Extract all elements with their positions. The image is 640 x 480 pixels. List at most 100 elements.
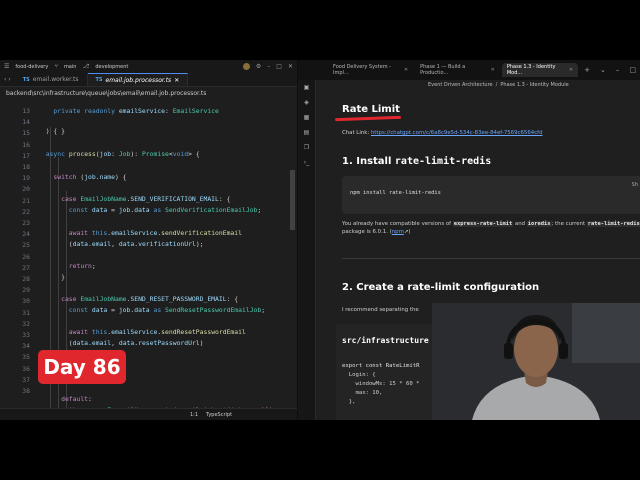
line-number: 17	[22, 151, 30, 160]
browser-tab-label: Food Delivery System - Impl...	[333, 64, 391, 76]
language-mode[interactable]: TypeScript	[206, 412, 232, 418]
close-tab-icon[interactable]: ✕	[174, 77, 179, 84]
line-number: 22	[22, 207, 30, 216]
day-badge: Day 86	[38, 350, 126, 384]
code-line-15: ) { }	[38, 127, 65, 135]
para-text: and	[514, 221, 526, 227]
minimize-icon[interactable]: –	[612, 66, 624, 74]
files-icon[interactable]: ▣	[304, 84, 310, 91]
canvas-icon[interactable]: ▦	[304, 114, 310, 121]
compat-paragraph: You already have compatible versions of …	[342, 220, 640, 236]
code-line-21: case EmailJobName.SEND_VERIFICATION_EMAI…	[61, 195, 231, 203]
note-heading: Rate Limit	[342, 104, 400, 115]
tab-email-job-processor[interactable]: TS email.job.processor.ts ✕	[87, 73, 189, 86]
browser-tab-strip: Food Delivery System - Impl... ✕ Phase 1…	[298, 60, 640, 80]
new-tab-icon[interactable]: +	[580, 66, 594, 74]
maximize-icon[interactable]: □	[276, 63, 282, 70]
line-number: 24	[22, 230, 30, 239]
line-number: 33	[22, 331, 30, 339]
close-tab-icon[interactable]: ✕	[569, 67, 573, 73]
config-code-line: Login: {	[342, 372, 376, 378]
close-tab-icon[interactable]: ✕	[491, 67, 495, 73]
calendar-icon[interactable]: ▤	[304, 129, 310, 136]
code-line-26: return;	[68, 262, 96, 270]
code-line-32: await this.emailService.sendResetPasswor…	[68, 328, 246, 336]
branch-icon: ⑂	[54, 63, 58, 70]
para-text: ; the current	[551, 221, 586, 227]
code-line-17: async process(job: Job): Promise<void> {	[45, 150, 200, 158]
line-number: 16	[22, 140, 30, 149]
line-number: 35	[22, 353, 30, 362]
config-file-path: src/infrastructure	[342, 336, 429, 345]
line-number: 28	[22, 275, 30, 283]
code-line-37: default:	[61, 395, 92, 403]
breadcrumb-separator: /	[495, 82, 498, 88]
branch-main[interactable]: main	[64, 64, 77, 70]
para-text: )	[408, 229, 411, 235]
browser-tab[interactable]: Food Delivery System - Impl... ✕	[328, 63, 413, 77]
line-number: 30	[22, 297, 30, 306]
typescript-icon: TS	[22, 76, 30, 83]
tab-label: email.worker.ts	[32, 76, 79, 83]
chevron-down-icon[interactable]: ⌄	[596, 66, 610, 74]
para-text: You already have compatible versions of	[342, 221, 452, 227]
avatar[interactable]	[242, 63, 250, 70]
copy-button[interactable]: Sh	[632, 182, 639, 188]
code-line-22: const data = job.data as SendVerificatio…	[68, 206, 262, 214]
letterbox-top	[0, 0, 640, 60]
presenter-image	[432, 303, 640, 420]
line-number: 25	[22, 241, 30, 250]
line-number: 21	[22, 196, 30, 205]
config-code-line: max: 10,	[342, 390, 383, 396]
browser-tab-label: Phase 1.3 - Identity Mod...	[506, 64, 556, 76]
section-heading-install: 1. Install rate-limit-redis	[342, 156, 491, 167]
install-command: npm install rate-limit-redis	[350, 190, 441, 196]
minimize-icon[interactable]: –	[267, 63, 270, 70]
line-number: 19	[22, 174, 30, 183]
graph-icon[interactable]: ◈	[304, 99, 309, 106]
config-code-line: windowMs: 15 * 60 *	[342, 381, 420, 387]
maximize-icon[interactable]: □	[625, 66, 640, 74]
install-code-block[interactable]: npm install rate-limit-redis Sh	[342, 176, 640, 214]
line-number: 34	[22, 342, 30, 351]
code-line-19: switch (job.name) {	[53, 173, 127, 181]
npm-link[interactable]: npm	[392, 229, 404, 235]
branch-development[interactable]: development	[95, 64, 128, 70]
line-number: 23	[22, 219, 30, 227]
line-number: 32	[22, 319, 30, 328]
line-number: 31	[22, 308, 30, 317]
section-heading-code: rate-limit-redis	[394, 156, 492, 167]
section-heading-config: 2. Create a rate-limit configuration	[342, 282, 540, 293]
webcam-overlay	[432, 303, 640, 420]
menu-icon[interactable]: ☰	[4, 63, 9, 70]
editor-scrollbar[interactable]	[290, 170, 295, 230]
close-icon[interactable]: ✕	[288, 63, 293, 70]
chat-link[interactable]: https://chatgpt.com/c/6a8c9e5d-534c-83ee…	[371, 130, 543, 136]
tab-label: email.job.processor.ts	[105, 76, 172, 84]
line-number: 18	[22, 163, 30, 171]
settings-icon[interactable]: ⚙	[256, 63, 261, 70]
nav-back-icon[interactable]: ‹ ›	[0, 73, 15, 86]
status-bar: 1:1 TypeScript	[0, 408, 297, 420]
config-code: export const RateLimitR Login: { windowM…	[342, 362, 419, 407]
browser-tab[interactable]: Phase 1 — Build a Productio... ✕	[415, 63, 500, 77]
note-breadcrumb: Event Driven Architecture / Phase 1.3 - …	[428, 82, 569, 88]
project-name[interactable]: food-delivery	[15, 64, 48, 70]
browser-tab-active[interactable]: Phase 1.3 - Identity Mod... ✕	[501, 63, 579, 77]
breadcrumb-note[interactable]: Phase 1.3 - Identity Module	[500, 82, 568, 88]
cursor-position[interactable]: 1:1	[190, 412, 198, 418]
copy-icon[interactable]: ❐	[304, 144, 309, 151]
code-line-13: private readonly emailService: EmailServ…	[53, 107, 219, 115]
chat-link-label: Chat Link:	[342, 130, 370, 136]
line-number: 37	[22, 375, 30, 384]
config-code-line: export const RateLimitR	[342, 363, 420, 369]
terminal-icon[interactable]: ›_	[304, 159, 309, 166]
breadcrumb[interactable]: backend\src\infrastructure\queue\jobs\em…	[0, 87, 297, 99]
chat-link-line: Chat Link: https://chatgpt.com/c/6a8c9e5…	[342, 130, 543, 136]
line-number: 20	[22, 185, 30, 194]
breadcrumb-folder[interactable]: Event Driven Architecture	[428, 82, 493, 88]
line-number: 27	[22, 263, 30, 272]
close-tab-icon[interactable]: ✕	[404, 67, 408, 73]
code-line-29: case EmailJobName.SEND_RESET_PASSWORD_EM…	[61, 295, 239, 303]
tab-email-worker[interactable]: TS email.worker.ts	[15, 73, 88, 86]
